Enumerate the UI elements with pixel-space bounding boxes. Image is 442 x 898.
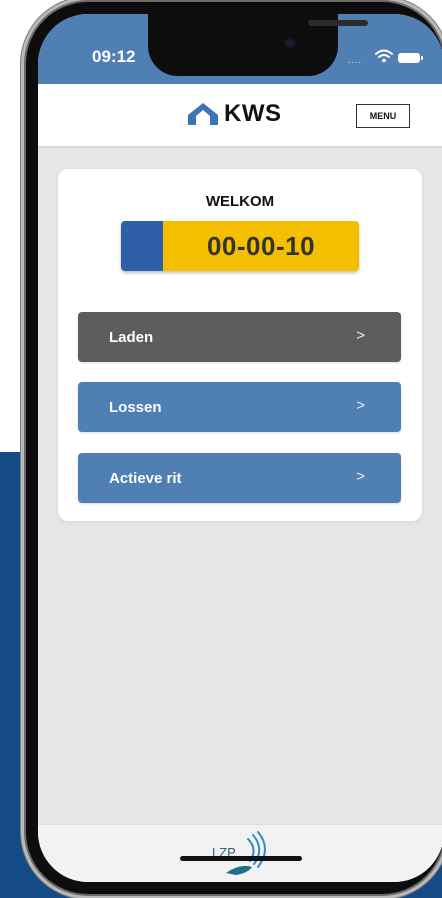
actieve-rit-label: Actieve rit <box>109 469 182 487</box>
signal-dots: .... <box>348 55 363 65</box>
laden-label: Laden <box>109 328 154 346</box>
app-header: KWS MENU <box>38 84 442 148</box>
lzp-logo: LZP <box>212 831 266 875</box>
lossen-button[interactable]: Lossen > <box>78 382 401 432</box>
plate-country-strip <box>121 221 163 271</box>
welcome-title: WELKOM <box>205 193 275 210</box>
home-indicator[interactable] <box>180 856 302 861</box>
kws-logo: KWS <box>186 100 282 128</box>
welcome-card: WELKOM 00-00-10 Laden > Lossen > Actieve… <box>58 169 422 521</box>
lossen-label: Lossen <box>109 398 162 416</box>
speaker-grille <box>308 20 368 26</box>
app-footer: LZP <box>38 824 442 882</box>
chevron-right-icon: > <box>356 327 365 344</box>
battery-icon <box>398 53 423 63</box>
logo-text: KWS <box>224 100 282 127</box>
plate-number: 00-00-10 <box>163 221 359 271</box>
kws-house-icon <box>188 103 218 125</box>
app-screen: 09:12 .... KWS MENU WELKOM 00-00-10 Lade… <box>38 14 442 882</box>
status-time: 09:12 <box>92 47 136 66</box>
menu-button[interactable]: MENU <box>356 104 410 128</box>
front-camera <box>284 37 296 49</box>
chevron-right-icon: > <box>356 468 365 485</box>
wifi-icon <box>375 49 393 68</box>
laden-button[interactable]: Laden > <box>78 312 401 362</box>
license-plate: 00-00-10 <box>121 221 359 271</box>
camera-notch <box>148 14 368 76</box>
phone-frame: 09:12 .... KWS MENU WELKOM 00-00-10 Lade… <box>26 2 442 894</box>
chevron-right-icon: > <box>356 397 365 414</box>
actieve-rit-button[interactable]: Actieve rit > <box>78 453 401 503</box>
